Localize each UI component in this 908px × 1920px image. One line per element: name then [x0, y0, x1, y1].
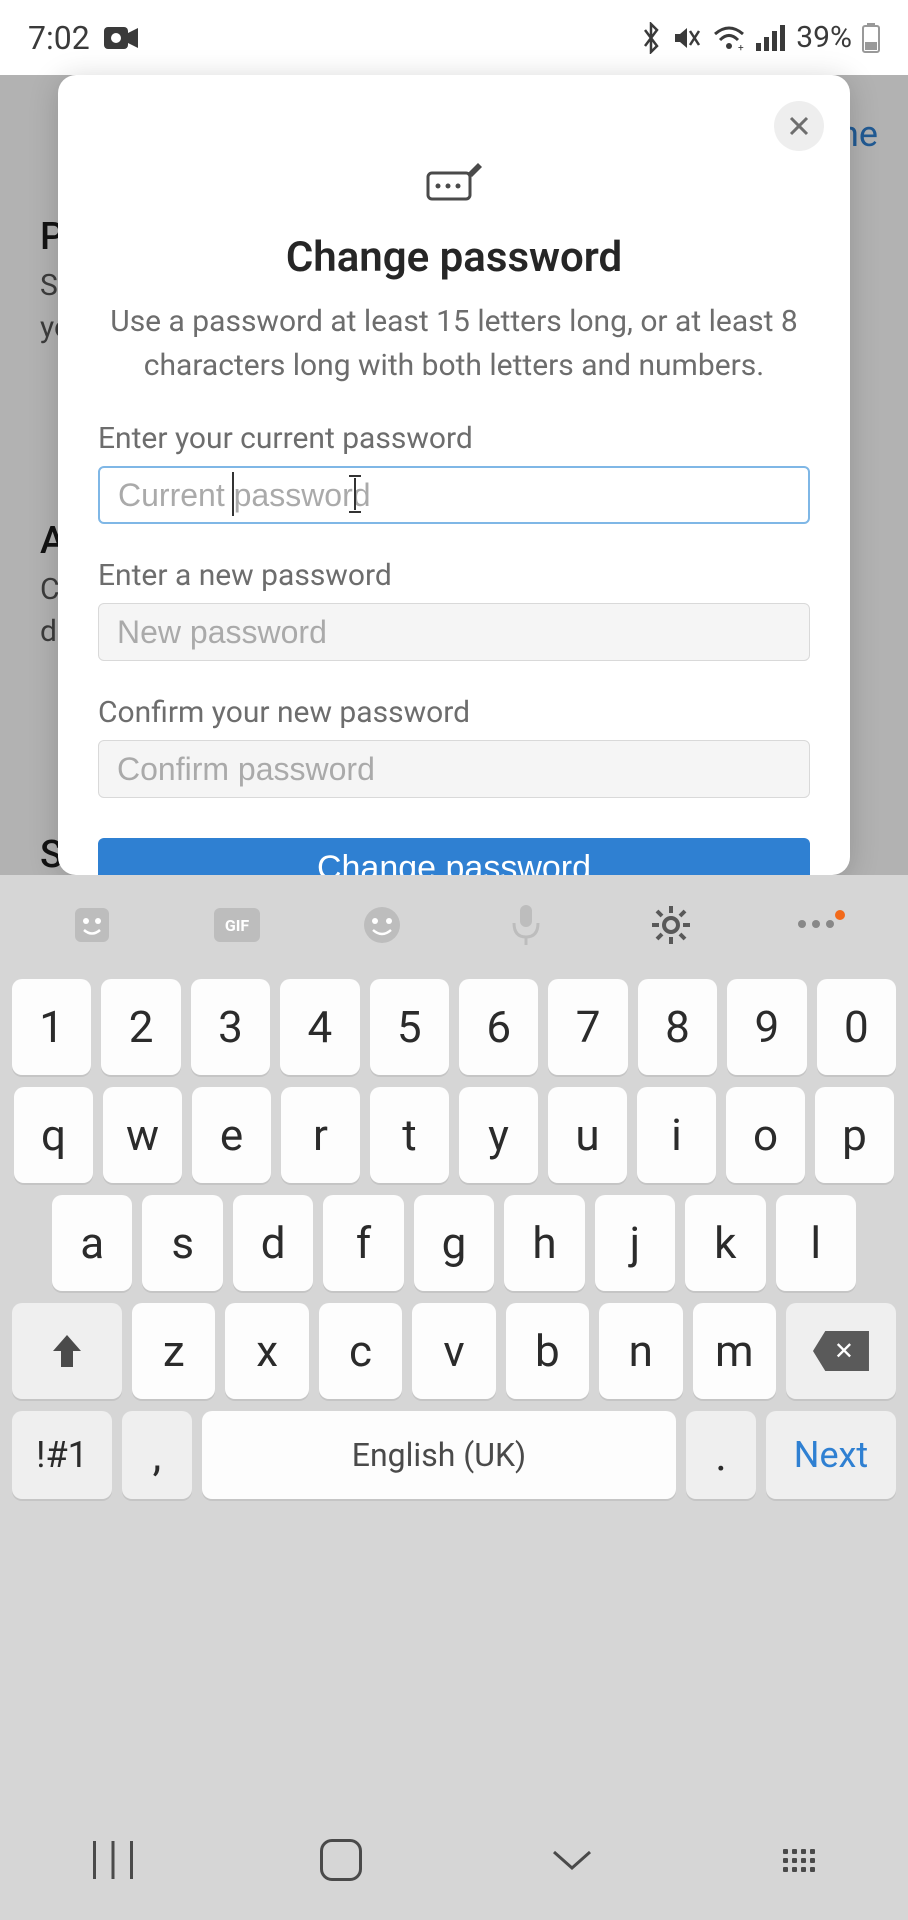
key-d[interactable]: d: [233, 1195, 313, 1291]
key-w[interactable]: w: [103, 1087, 182, 1183]
mic-icon[interactable]: [496, 895, 556, 955]
key-v[interactable]: v: [412, 1303, 495, 1399]
key-q[interactable]: q: [14, 1087, 93, 1183]
key-n[interactable]: n: [599, 1303, 682, 1399]
key-6[interactable]: 6: [459, 979, 538, 1075]
key-7[interactable]: 7: [548, 979, 627, 1075]
key-j[interactable]: j: [595, 1195, 675, 1291]
key-shift[interactable]: [12, 1303, 122, 1399]
new-password-input[interactable]: [98, 603, 810, 661]
key-5[interactable]: 5: [370, 979, 449, 1075]
key-s[interactable]: s: [142, 1195, 222, 1291]
svg-text:GIF: GIF: [225, 916, 250, 935]
close-button[interactable]: [774, 101, 824, 151]
battery-percent: 39%: [796, 20, 852, 55]
password-edit-icon: [98, 163, 810, 207]
keyboard-toolbar: GIF: [0, 875, 908, 975]
key-o[interactable]: o: [726, 1087, 805, 1183]
wifi-icon: +: [712, 25, 746, 51]
key-h[interactable]: h: [504, 1195, 584, 1291]
keyboard-row-4: z x c v b n m ✕: [12, 1303, 896, 1399]
key-1[interactable]: 1: [12, 979, 91, 1075]
key-comma[interactable]: ,: [122, 1411, 192, 1499]
key-m[interactable]: m: [693, 1303, 776, 1399]
keyboard-row-2: q w e r t y u i o p: [12, 1087, 896, 1183]
key-0[interactable]: 0: [817, 979, 896, 1075]
backspace-icon: ✕: [813, 1331, 869, 1371]
keyboard-row-numbers: 1 2 3 4 5 6 7 8 9 0: [12, 979, 896, 1075]
key-a[interactable]: a: [52, 1195, 132, 1291]
soft-keyboard: GIF 1 2 3 4 5 6 7 8 9 0 q w e r t y u i …: [0, 875, 908, 1920]
key-z[interactable]: z: [132, 1303, 215, 1399]
key-c[interactable]: c: [319, 1303, 402, 1399]
key-backspace[interactable]: ✕: [786, 1303, 896, 1399]
key-b[interactable]: b: [506, 1303, 589, 1399]
key-k[interactable]: k: [685, 1195, 765, 1291]
key-y[interactable]: y: [459, 1087, 538, 1183]
key-3[interactable]: 3: [191, 979, 270, 1075]
key-l[interactable]: l: [776, 1195, 856, 1291]
nav-keyboard-switch-button[interactable]: [783, 1849, 815, 1872]
confirm-password-label: Confirm your new password: [98, 695, 810, 730]
new-password-label: Enter a new password: [98, 558, 810, 593]
keyboard-row-3: a s d f g h j k l: [12, 1195, 896, 1291]
key-next[interactable]: Next: [766, 1411, 896, 1499]
mute-icon: [672, 23, 702, 53]
gif-icon[interactable]: GIF: [207, 895, 267, 955]
key-x[interactable]: x: [225, 1303, 308, 1399]
nav-bar: [0, 1800, 908, 1920]
key-e[interactable]: e: [192, 1087, 271, 1183]
key-i[interactable]: i: [637, 1087, 716, 1183]
key-t[interactable]: t: [370, 1087, 449, 1183]
key-4[interactable]: 4: [280, 979, 359, 1075]
change-password-modal: Change password Use a password at least …: [58, 75, 850, 875]
key-g[interactable]: g: [414, 1195, 494, 1291]
current-password-input[interactable]: [98, 466, 810, 524]
keyboard-row-5: !#1 , English (UK) . Next: [12, 1411, 896, 1499]
status-bar: 7:02 + 39%: [0, 0, 908, 75]
more-icon[interactable]: [786, 895, 846, 955]
key-space[interactable]: English (UK): [202, 1411, 676, 1499]
status-time: 7:02: [28, 19, 90, 57]
key-2[interactable]: 2: [101, 979, 180, 1075]
nav-home-button[interactable]: [320, 1839, 362, 1881]
current-password-label: Enter your current password: [98, 421, 810, 456]
key-period[interactable]: .: [686, 1411, 756, 1499]
key-8[interactable]: 8: [638, 979, 717, 1075]
key-u[interactable]: u: [548, 1087, 627, 1183]
emoji-icon[interactable]: [352, 895, 412, 955]
modal-title: Change password: [98, 233, 810, 282]
confirm-password-input[interactable]: [98, 740, 810, 798]
key-r[interactable]: r: [281, 1087, 360, 1183]
nav-recent-button[interactable]: [93, 1841, 133, 1879]
modal-subtitle: Use a password at least 15 letters long,…: [98, 300, 810, 387]
close-icon: [788, 115, 810, 137]
sticker-icon[interactable]: [62, 895, 122, 955]
svg-text:+: +: [738, 43, 744, 51]
key-9[interactable]: 9: [727, 979, 806, 1075]
nav-hide-keyboard-button[interactable]: [548, 1846, 596, 1874]
bluetooth-icon: [640, 22, 662, 54]
text-caret-icon: [348, 472, 362, 516]
text-cursor-wrapper: [98, 466, 810, 524]
key-symbols[interactable]: !#1: [12, 1411, 112, 1499]
settings-icon[interactable]: [641, 895, 701, 955]
shift-icon: [49, 1331, 85, 1371]
key-p[interactable]: p: [815, 1087, 894, 1183]
record-icon: [104, 25, 138, 51]
battery-icon: [862, 23, 880, 53]
key-f[interactable]: f: [323, 1195, 403, 1291]
signal-icon: [756, 25, 786, 51]
